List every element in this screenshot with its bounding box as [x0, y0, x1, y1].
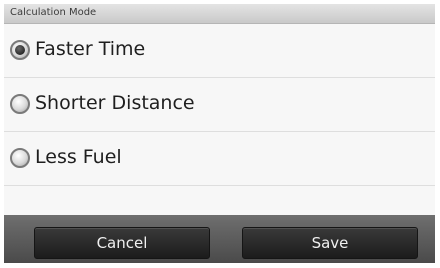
option-less-fuel[interactable]: Less Fuel: [4, 132, 435, 186]
option-label: Faster Time: [35, 38, 146, 60]
calculation-mode-screen: Calculation Mode Faster Time Shorter Dis…: [4, 4, 435, 263]
save-button[interactable]: Save: [242, 227, 418, 259]
radio-unselected-icon[interactable]: [10, 94, 30, 114]
option-label: Shorter Distance: [35, 92, 195, 114]
radio-unselected-icon[interactable]: [10, 148, 30, 168]
calculation-mode-options: Faster Time Shorter Distance Less Fuel: [4, 24, 435, 186]
page-title: Calculation Mode: [10, 7, 97, 18]
option-label: Less Fuel: [35, 146, 122, 168]
footer-bar: Cancel Save: [4, 215, 435, 263]
radio-dot: [15, 45, 25, 55]
option-shorter-distance[interactable]: Shorter Distance: [4, 78, 435, 132]
radio-selected-icon[interactable]: [10, 40, 30, 60]
screen-header: Calculation Mode: [4, 4, 435, 24]
cancel-button[interactable]: Cancel: [34, 227, 210, 259]
option-faster-time[interactable]: Faster Time: [4, 24, 435, 78]
